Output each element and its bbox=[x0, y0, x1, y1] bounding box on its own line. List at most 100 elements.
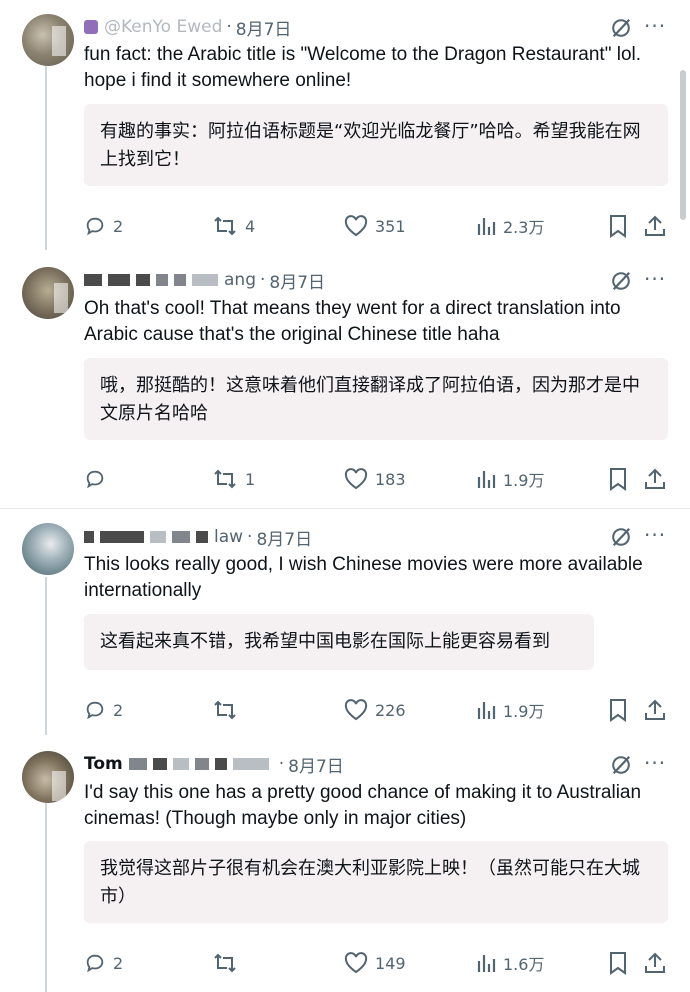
post-actions: 1 183 1.9万 bbox=[84, 466, 674, 492]
avatar[interactable] bbox=[22, 751, 74, 803]
post-header: @KenYo Ewed · 8月7日 bbox=[84, 14, 291, 40]
translation-box: 我觉得这部片子很有机会在澳大利亚影院上映！（虽然可能只在大城市） bbox=[84, 841, 668, 923]
like-icon bbox=[344, 215, 368, 237]
reply-post-2[interactable]: ang · 8月7日 ··· Oh that's cool! That mean… bbox=[0, 250, 690, 508]
more-icon[interactable]: ··· bbox=[644, 14, 666, 38]
bookmark-button[interactable] bbox=[608, 213, 628, 239]
repost-button[interactable]: 1 bbox=[212, 466, 255, 492]
blurred-name bbox=[108, 274, 130, 286]
views-icon bbox=[477, 702, 496, 719]
post-text: fun fact: the Arabic title is "Welcome t… bbox=[84, 44, 642, 91]
blurred-name bbox=[84, 531, 94, 543]
grok-icon[interactable] bbox=[610, 754, 632, 776]
more-icon[interactable]: ··· bbox=[644, 523, 666, 547]
views-button[interactable]: 1.9万 bbox=[476, 466, 544, 492]
reply-icon bbox=[86, 954, 104, 973]
views-button[interactable]: 2.3万 bbox=[476, 213, 544, 239]
reply-post-3[interactable]: law · 8月7日 ··· This looks really good, I… bbox=[0, 509, 690, 735]
bookmark-icon bbox=[610, 215, 626, 238]
avatar[interactable] bbox=[22, 14, 74, 66]
repost-icon bbox=[214, 469, 236, 489]
post-header: law · 8月7日 bbox=[84, 524, 312, 550]
like-button[interactable]: 183 bbox=[344, 466, 406, 492]
post-text: I'd say this one has a pretty good chanc… bbox=[84, 782, 642, 829]
bookmark-button[interactable] bbox=[608, 950, 628, 976]
bookmark-button[interactable] bbox=[608, 697, 628, 723]
avatar[interactable] bbox=[22, 267, 74, 319]
blurred-name bbox=[232, 758, 269, 770]
verified-badge-icon bbox=[84, 20, 98, 34]
repost-button[interactable]: 4 bbox=[212, 213, 255, 239]
reply-icon bbox=[86, 470, 104, 489]
share-button[interactable] bbox=[644, 466, 666, 492]
blurred-name bbox=[100, 531, 144, 543]
blurred-name bbox=[172, 758, 189, 770]
thread-line bbox=[45, 66, 47, 250]
post-date[interactable]: 8月7日 bbox=[288, 752, 344, 777]
translation-box: 哦，那挺酷的！这意味着他们直接翻译成了阿拉伯语，因为那才是中文原片名哈哈 bbox=[84, 358, 668, 440]
like-button[interactable]: 351 bbox=[344, 213, 406, 239]
share-button[interactable] bbox=[644, 950, 666, 976]
translation-box: 有趣的事实：阿拉伯语标题是“欢迎光临龙餐厅”哈哈。希望我能在网上找到它！ bbox=[84, 104, 668, 186]
user-handle[interactable]: @KenYo Ewed bbox=[104, 17, 222, 37]
blurred-name bbox=[150, 531, 166, 543]
post-header: ang · 8月7日 bbox=[84, 267, 325, 293]
grok-icon[interactable] bbox=[610, 270, 632, 292]
reply-button[interactable]: 2 bbox=[84, 697, 123, 723]
reply-icon bbox=[86, 701, 104, 720]
blurred-name bbox=[172, 531, 190, 543]
user-handle[interactable]: law bbox=[214, 527, 243, 547]
like-count: 226 bbox=[375, 700, 406, 720]
reply-count: 2 bbox=[113, 216, 124, 236]
translation-box: 这看起来真不错，我希望中国电影在国际上能更容易看到 bbox=[84, 614, 594, 670]
views-button[interactable]: 1.6万 bbox=[476, 950, 544, 976]
blurred-name bbox=[152, 758, 167, 770]
post-actions: 2 4 351 2.3万 bbox=[84, 213, 674, 239]
post-date[interactable]: 8月7日 bbox=[269, 268, 325, 293]
reply-button[interactable] bbox=[84, 466, 113, 492]
share-icon bbox=[645, 952, 665, 973]
repost-icon bbox=[214, 953, 236, 973]
user-handle[interactable]: ang bbox=[224, 270, 256, 290]
reply-icon bbox=[86, 217, 104, 236]
reply-button[interactable]: 2 bbox=[84, 950, 123, 976]
share-icon bbox=[645, 468, 665, 489]
grok-icon[interactable] bbox=[610, 17, 632, 39]
views-icon bbox=[477, 471, 496, 488]
like-icon bbox=[344, 952, 368, 974]
like-button[interactable]: 226 bbox=[344, 697, 406, 723]
like-count: 183 bbox=[375, 469, 406, 489]
more-icon[interactable]: ··· bbox=[644, 267, 666, 291]
like-icon bbox=[344, 699, 368, 721]
reply-post-1[interactable]: @KenYo Ewed · 8月7日 ··· fun fact: the Ara… bbox=[0, 0, 690, 250]
bookmark-button[interactable] bbox=[608, 466, 628, 492]
repost-button[interactable] bbox=[212, 950, 245, 976]
more-icon[interactable]: ··· bbox=[644, 751, 666, 775]
like-count: 351 bbox=[375, 216, 406, 236]
blurred-name bbox=[194, 758, 209, 770]
separator: · bbox=[278, 754, 285, 774]
bookmark-icon bbox=[610, 468, 626, 491]
separator: · bbox=[259, 270, 266, 290]
blurred-name bbox=[214, 758, 227, 770]
views-count: 1.9万 bbox=[503, 702, 545, 721]
reply-button[interactable]: 2 bbox=[84, 213, 123, 239]
thread-line bbox=[45, 803, 47, 992]
views-button[interactable]: 1.9万 bbox=[476, 697, 544, 723]
avatar[interactable] bbox=[22, 523, 74, 575]
reply-count: 2 bbox=[113, 700, 124, 720]
post-date[interactable]: 8月7日 bbox=[236, 15, 292, 40]
grok-icon[interactable] bbox=[610, 526, 632, 548]
like-button[interactable]: 149 bbox=[344, 950, 406, 976]
repost-button[interactable] bbox=[212, 697, 245, 723]
reply-post-4[interactable]: Tom · 8月7日 ··· I'd say this one has a pr… bbox=[0, 735, 690, 992]
post-header: Tom · 8月7日 bbox=[84, 751, 344, 777]
blurred-name bbox=[84, 274, 102, 286]
user-handle[interactable]: Tom bbox=[84, 754, 123, 774]
share-button[interactable] bbox=[644, 213, 666, 239]
post-date[interactable]: 8月7日 bbox=[256, 525, 312, 550]
share-icon bbox=[645, 699, 665, 720]
separator: · bbox=[226, 17, 232, 37]
reply-count: 2 bbox=[113, 953, 124, 973]
share-button[interactable] bbox=[644, 697, 666, 723]
